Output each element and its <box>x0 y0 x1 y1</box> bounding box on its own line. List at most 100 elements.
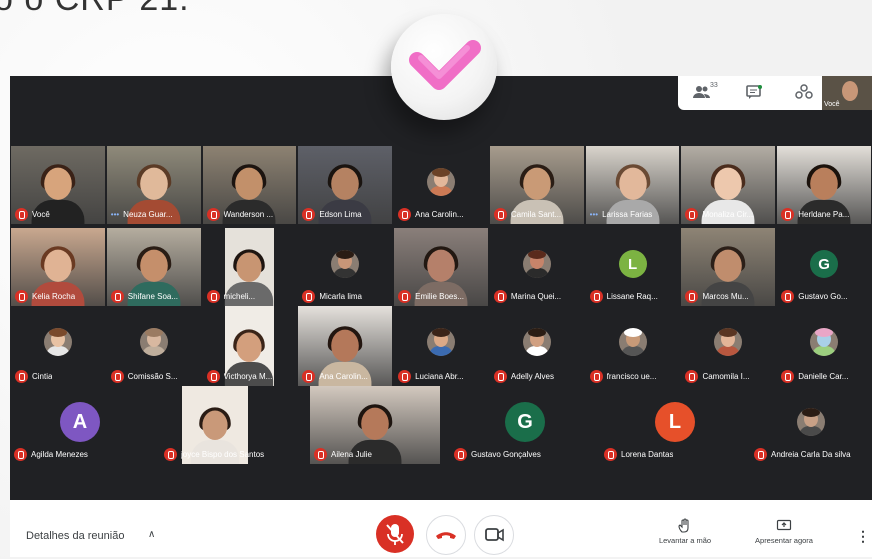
participant-name: Victhorya M... <box>223 371 273 381</box>
participant-name: Neuza Guar... <box>123 209 173 219</box>
participant-tile[interactable]: Edson Lima <box>298 146 393 224</box>
activities-icon[interactable] <box>794 84 814 102</box>
participant-tile[interactable]: joyce Bispo dos Santos <box>160 386 270 464</box>
muted-mic-icon <box>206 289 220 303</box>
participant-tile[interactable]: Você <box>11 146 105 224</box>
mute-microphone-button[interactable] <box>376 515 414 553</box>
participant-name: Danielle Car... <box>798 371 849 381</box>
checkmark-icon <box>409 40 481 90</box>
muted-mic-icon <box>15 369 28 383</box>
participant-name: micheli... <box>223 291 256 301</box>
participant-tile[interactable]: L Lissane Raq... <box>585 228 680 306</box>
muted-mic-icon <box>754 447 767 461</box>
participant-tile[interactable]: ••• Neuza Guar... <box>106 146 201 224</box>
participant-tile[interactable]: micheli... <box>202 228 297 306</box>
chat-icon[interactable] <box>744 84 764 102</box>
muted-mic-icon <box>302 369 316 383</box>
participant-tile[interactable]: Danielle Car... <box>777 306 871 386</box>
participant-name: Ana Carolin... <box>319 371 368 381</box>
muted-mic-icon <box>302 207 316 221</box>
muted-mic-icon <box>454 447 467 461</box>
participant-face <box>235 167 264 200</box>
participant-name: Camomila I... <box>702 371 750 381</box>
participant-tile[interactable]: Marcos Mu... <box>681 228 776 306</box>
participant-face <box>714 249 743 282</box>
participant-tile[interactable]: Ana Carolin... <box>298 306 393 386</box>
muted-mic-icon <box>589 289 603 303</box>
participant-tile[interactable]: Comissão S... <box>106 306 201 386</box>
participant-name: Você <box>32 209 50 219</box>
participant-tile[interactable]: Wanderson ... <box>202 146 297 224</box>
participant-tile[interactable]: Marina Quei... <box>489 228 584 306</box>
muted-mic-icon <box>685 369 699 383</box>
participant-tile[interactable]: L Lorena Dantas <box>600 386 750 464</box>
participant-tile[interactable]: Andreia Carla Da silva <box>750 386 872 464</box>
tile-footer: Emilie Boes... <box>398 289 486 303</box>
tile-footer: Andreia Carla Da silva <box>754 447 870 461</box>
present-now-button[interactable]: Apresentar agora <box>744 518 824 545</box>
participant-tile[interactable]: ••• Larissa Farias <box>585 146 680 224</box>
participant-avatar <box>797 408 825 436</box>
tile-footer: Cintia <box>15 369 103 383</box>
tile-footer: francisco ue... <box>589 369 678 383</box>
self-view-thumbnail[interactable]: Você <box>822 76 872 110</box>
tile-footer: Agilda Menezes <box>14 447 148 461</box>
raise-hand-button[interactable]: Levantar a mão <box>650 518 720 545</box>
participant-tile[interactable]: Victhorya M... <box>202 306 297 386</box>
participant-tile[interactable]: Cintia <box>11 306 105 386</box>
participant-tile[interactable]: Herldane Pa... <box>777 146 871 224</box>
participant-tile[interactable]: Micarla lima <box>298 228 393 306</box>
participant-face <box>361 407 389 440</box>
muted-mic-icon <box>398 289 412 303</box>
avatar-hair <box>48 328 67 337</box>
tile-footer: Monaliza Cir... <box>685 207 773 221</box>
participant-tile[interactable]: Ana Carolin... <box>394 146 488 224</box>
tile-footer: Comissão S... <box>110 369 199 383</box>
speaking-indicator-icon: ••• <box>589 209 599 219</box>
participant-tile[interactable]: Emilie Boes... <box>394 228 488 306</box>
avatar-body <box>45 346 70 356</box>
tile-footer: Lissane Raq... <box>589 289 678 303</box>
microphone-off-icon <box>386 524 404 545</box>
participant-avatar <box>714 328 743 356</box>
muted-mic-icon <box>110 369 124 383</box>
participant-tile[interactable]: Monaliza Cir... <box>681 146 776 224</box>
participant-face <box>618 167 647 200</box>
people-icon[interactable] <box>692 84 712 102</box>
participant-tile[interactable]: Adelly Alves <box>489 306 584 386</box>
participant-tile[interactable]: Luciana Abr... <box>394 306 488 386</box>
tile-footer: Marcos Mu... <box>685 289 773 303</box>
participant-name: Luciana Abr... <box>415 371 464 381</box>
participant-name: francisco ue... <box>606 371 657 381</box>
leave-call-button[interactable] <box>426 515 466 555</box>
muted-mic-icon <box>314 447 327 461</box>
participant-face <box>139 249 168 282</box>
more-options-icon[interactable]: ⋮ <box>856 528 870 545</box>
participant-tile[interactable]: G Gustavo Go... <box>777 228 871 306</box>
tile-footer: Marina Quei... <box>493 289 582 303</box>
participant-tile[interactable]: francisco ue... <box>585 306 680 386</box>
participant-tile[interactable]: G Gustavo Gonçalves <box>450 386 600 464</box>
avatar-body <box>428 346 453 356</box>
participant-tile[interactable]: A Agilda Menezes <box>10 386 150 464</box>
participant-tile[interactable]: Ailena Julie <box>310 386 440 464</box>
tile-footer: Herldane Pa... <box>781 207 869 221</box>
hand-icon <box>678 518 689 533</box>
camera-toggle-button[interactable] <box>474 515 514 555</box>
participant-name: Edson Lima <box>319 209 362 219</box>
participant-name: Ana Carolin... <box>415 209 464 219</box>
participant-face <box>139 167 168 200</box>
participant-name: Emilie Boes... <box>415 291 465 301</box>
participant-tile[interactable]: Camomila I... <box>681 306 776 386</box>
avatar-hair <box>719 328 738 337</box>
present-now-label: Apresentar agora <box>755 536 813 545</box>
participant-tile[interactable]: Camila Sant... <box>489 146 584 224</box>
participant-tile[interactable]: Shifane Soa... <box>106 228 201 306</box>
participant-avatar <box>426 168 455 196</box>
meeting-details-button[interactable]: Detalhes da reunião <box>26 530 124 542</box>
participant-tile[interactable]: Kelia Rocha <box>11 228 105 306</box>
muted-mic-icon <box>604 447 617 461</box>
chevron-up-icon[interactable]: ∧ <box>148 529 155 540</box>
muted-mic-icon <box>110 289 124 303</box>
participant-face <box>236 252 263 282</box>
